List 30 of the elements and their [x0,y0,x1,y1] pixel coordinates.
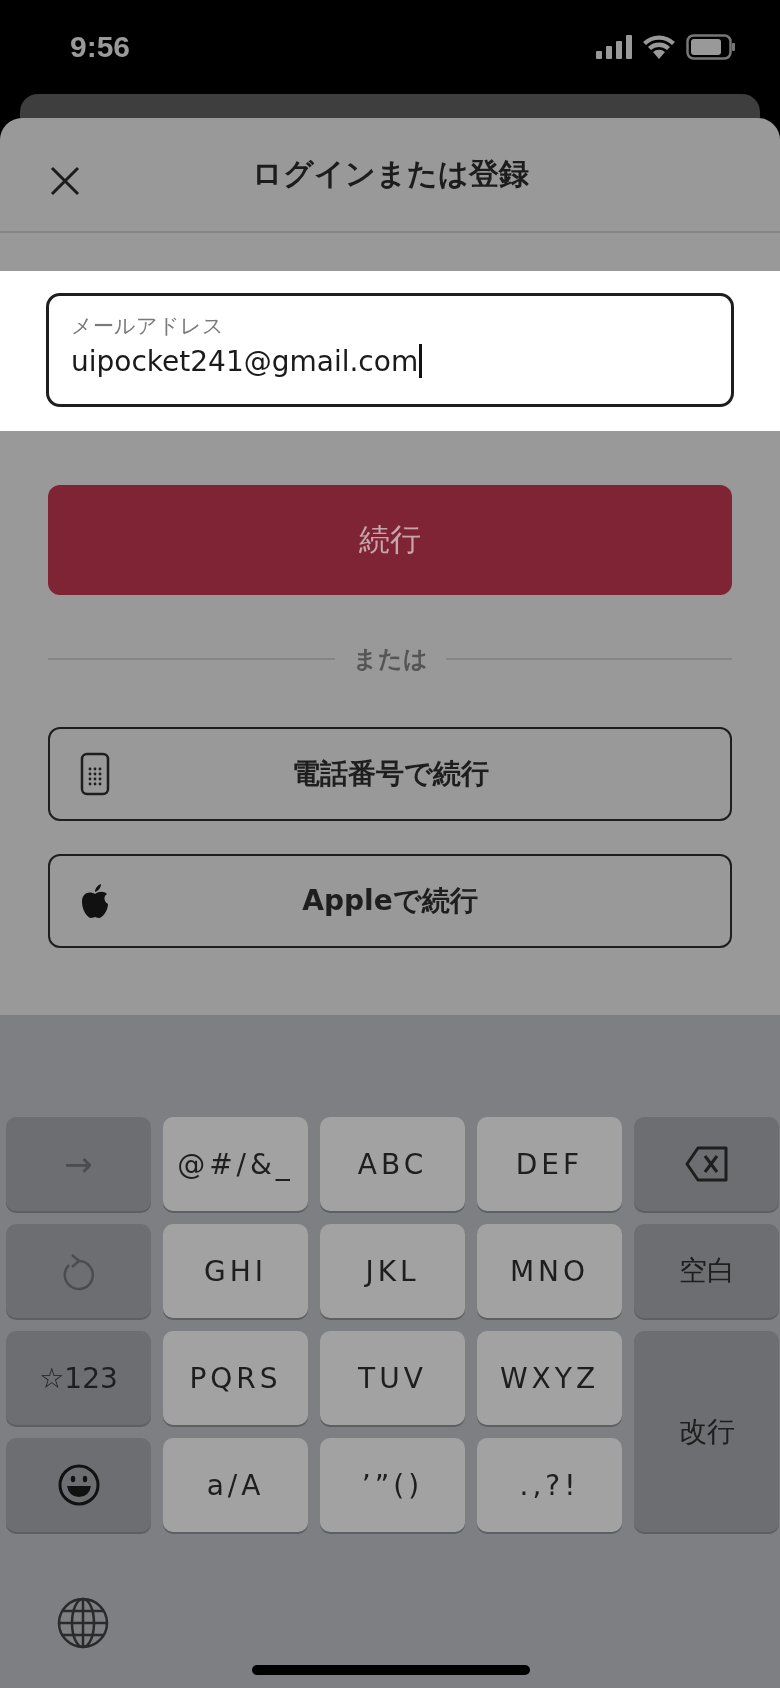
backspace-icon [683,1145,730,1183]
keyboard-key[interactable]: a/A [163,1438,308,1532]
close-icon[interactable] [48,164,82,198]
backspace-key[interactable] [634,1117,779,1211]
wifi-icon [642,34,676,60]
keyboard-key[interactable]: GHI [163,1224,308,1318]
emoji-icon [56,1463,101,1507]
keyboard-key[interactable]: MNO [477,1224,622,1318]
email-field[interactable]: メールアドレス uipocket241@gmail.com [46,293,734,407]
divider-text: または [352,644,428,675]
apple-icon [80,883,110,919]
apple-login-button[interactable]: Appleで続行 [48,854,732,948]
phone-icon [80,752,110,796]
keyboard-key[interactable]: .,?! [477,1438,622,1532]
status-time: 9:56 [70,30,131,64]
keyboard-key[interactable]: JKL [320,1224,465,1318]
sheet-title: ログインまたは登録 [251,155,529,193]
keyboard-key[interactable]: ABC [320,1117,465,1211]
battery-icon [686,34,736,60]
globe-icon[interactable] [56,1596,110,1650]
keyboard-key[interactable]: @#/&_ [163,1117,308,1211]
continue-button[interactable]: 続行 [48,485,732,595]
emoji-key[interactable] [6,1438,151,1532]
keyboard-key[interactable]: PQRS [163,1331,308,1425]
keyboard-key[interactable]: ’”() [320,1438,465,1532]
signal-icon [596,35,632,59]
keyboard-key[interactable]: TUV [320,1331,465,1425]
keyboard-key[interactable]: WXYZ [477,1331,622,1425]
phone-login-button[interactable]: 電話番号で続行 [48,727,732,821]
keyboard-key[interactable]: DEF [477,1117,622,1211]
